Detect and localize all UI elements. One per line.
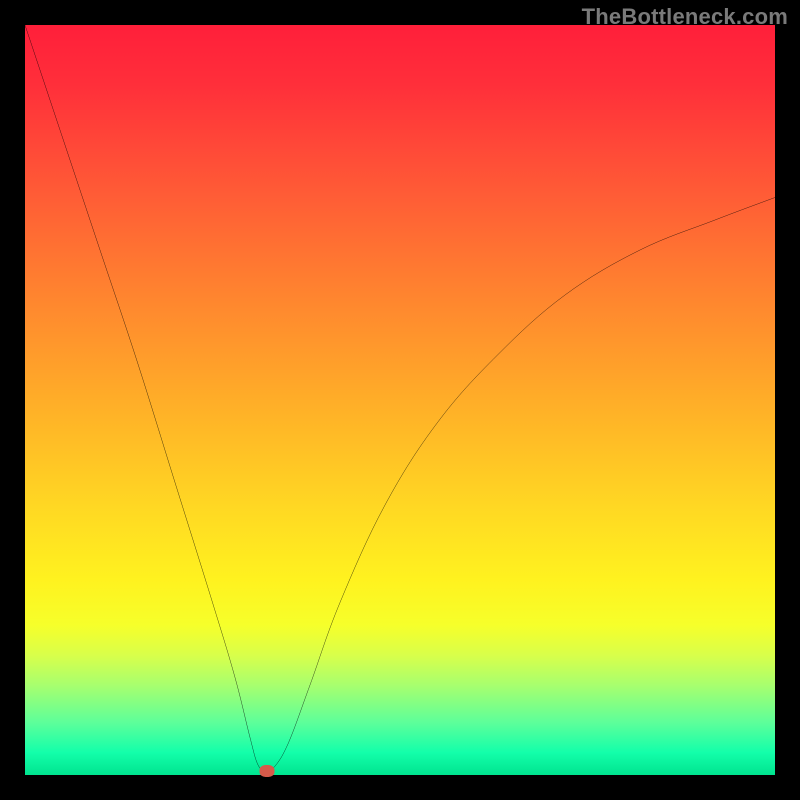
min-marker: [259, 765, 274, 777]
plot-area: [25, 25, 775, 775]
curve-svg: [25, 25, 775, 775]
bottleneck-curve: [25, 25, 775, 772]
chart-frame: TheBottleneck.com: [0, 0, 800, 800]
watermark-label: TheBottleneck.com: [582, 4, 788, 30]
